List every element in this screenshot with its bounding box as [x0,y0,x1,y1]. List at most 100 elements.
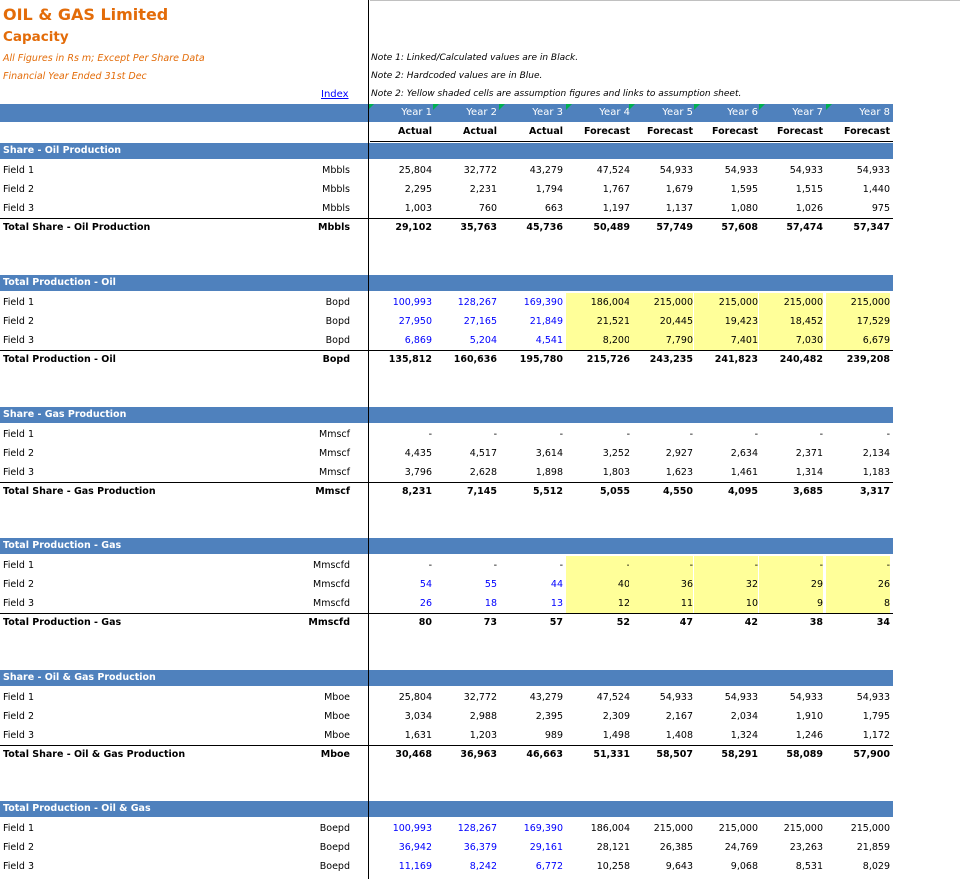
value-cell[interactable]: 20,445 [629,312,693,331]
value-cell[interactable]: 50,489 [566,218,630,237]
value-cell[interactable]: 1,767 [566,180,630,199]
value-cell[interactable]: 57,347 [826,218,890,237]
value-cell[interactable]: 44 [499,575,563,594]
value-cell[interactable]: 9,643 [629,857,693,876]
value-cell[interactable]: 215,000 [694,819,758,838]
value-cell[interactable]: 1,026 [759,199,823,218]
value-cell[interactable]: 17,529 [826,312,890,331]
value-cell[interactable]: 54,933 [759,688,823,707]
value-cell[interactable]: 25,804 [368,161,432,180]
value-cell[interactable]: 1,203 [433,726,497,745]
value-cell[interactable]: 18,452 [759,312,823,331]
value-cell[interactable]: 2,167 [629,707,693,726]
value-cell[interactable]: - [368,425,432,444]
value-cell[interactable]: 2,295 [368,180,432,199]
value-cell[interactable]: 7,401 [694,331,758,350]
value-cell[interactable]: 215,000 [759,293,823,312]
value-cell[interactable]: 3,317 [826,482,890,501]
value-cell[interactable]: 6,772 [499,857,563,876]
value-cell[interactable]: 1,003 [368,199,432,218]
value-cell[interactable]: - [499,556,563,575]
value-cell[interactable]: 243,235 [629,350,693,369]
value-cell[interactable]: 27,165 [433,312,497,331]
value-cell[interactable]: 4,541 [499,331,563,350]
value-cell[interactable]: 45,736 [499,218,563,237]
value-cell[interactable]: 10,258 [566,857,630,876]
value-cell[interactable]: 989 [499,726,563,745]
value-cell[interactable]: 26,385 [629,838,693,857]
value-cell[interactable]: 30,468 [368,745,432,764]
value-cell[interactable]: 2,395 [499,707,563,726]
value-cell[interactable]: 13 [499,594,563,613]
value-cell[interactable]: 5,512 [499,482,563,501]
value-cell[interactable]: 760 [433,199,497,218]
value-cell[interactable]: 7,030 [759,331,823,350]
index-link[interactable]: Index [321,89,349,100]
value-cell[interactable]: 54,933 [629,161,693,180]
value-cell[interactable]: - [759,556,823,575]
value-cell[interactable]: 32,772 [433,161,497,180]
value-cell[interactable]: 11 [629,594,693,613]
value-cell[interactable]: 241,823 [694,350,758,369]
value-cell[interactable]: 12 [566,594,630,613]
value-cell[interactable]: 36 [629,575,693,594]
value-cell[interactable]: 21,849 [499,312,563,331]
value-cell[interactable]: 34 [826,613,890,632]
value-cell[interactable]: 42 [694,613,758,632]
value-cell[interactable]: 47 [629,613,693,632]
value-cell[interactable]: 57,608 [694,218,758,237]
value-cell[interactable]: 57 [499,613,563,632]
value-cell[interactable]: 4,435 [368,444,432,463]
value-cell[interactable]: 29,161 [499,838,563,857]
value-cell[interactable]: 2,634 [694,444,758,463]
value-cell[interactable]: 27,950 [368,312,432,331]
value-cell[interactable]: 9 [759,594,823,613]
value-cell[interactable]: 2,134 [826,444,890,463]
value-cell[interactable]: - [433,556,497,575]
value-cell[interactable]: 975 [826,199,890,218]
value-cell[interactable]: 1,324 [694,726,758,745]
value-cell[interactable]: 1,246 [759,726,823,745]
value-cell[interactable]: 1,137 [629,199,693,218]
value-cell[interactable]: 160,636 [433,350,497,369]
value-cell[interactable]: 26 [368,594,432,613]
value-cell[interactable]: 35,763 [433,218,497,237]
value-cell[interactable]: 54,933 [694,161,758,180]
value-cell[interactable]: 2,988 [433,707,497,726]
value-cell[interactable]: 11,169 [368,857,432,876]
value-cell[interactable]: 55 [433,575,497,594]
value-cell[interactable]: 36,379 [433,838,497,857]
value-cell[interactable]: 52 [566,613,630,632]
value-cell[interactable]: 4,095 [694,482,758,501]
value-cell[interactable]: 215,000 [759,819,823,838]
value-cell[interactable]: 1,515 [759,180,823,199]
value-cell[interactable]: 1,803 [566,463,630,482]
value-cell[interactable]: - [368,556,432,575]
value-cell[interactable]: 6,869 [368,331,432,350]
value-cell[interactable]: 128,267 [433,293,497,312]
value-cell[interactable]: 3,685 [759,482,823,501]
value-cell[interactable]: 1,197 [566,199,630,218]
value-cell[interactable]: - [694,556,758,575]
value-cell[interactable]: 1,172 [826,726,890,745]
value-cell[interactable]: 2,309 [566,707,630,726]
value-cell[interactable]: 1,795 [826,707,890,726]
value-cell[interactable]: - [629,556,693,575]
value-cell[interactable]: 5,055 [566,482,630,501]
value-cell[interactable]: 18 [433,594,497,613]
value-cell[interactable]: - [694,425,758,444]
value-cell[interactable]: 2,034 [694,707,758,726]
value-cell[interactable]: 38 [759,613,823,632]
value-cell[interactable]: 1,461 [694,463,758,482]
value-cell[interactable]: 1,314 [759,463,823,482]
value-cell[interactable]: 2,371 [759,444,823,463]
value-cell[interactable]: 19,423 [694,312,758,331]
value-cell[interactable]: 215,000 [629,819,693,838]
value-cell[interactable]: 8,200 [566,331,630,350]
value-cell[interactable]: 663 [499,199,563,218]
value-cell[interactable]: - [433,425,497,444]
value-cell[interactable]: 1,898 [499,463,563,482]
value-cell[interactable]: 186,004 [566,819,630,838]
value-cell[interactable]: 1,910 [759,707,823,726]
value-cell[interactable]: 26 [826,575,890,594]
